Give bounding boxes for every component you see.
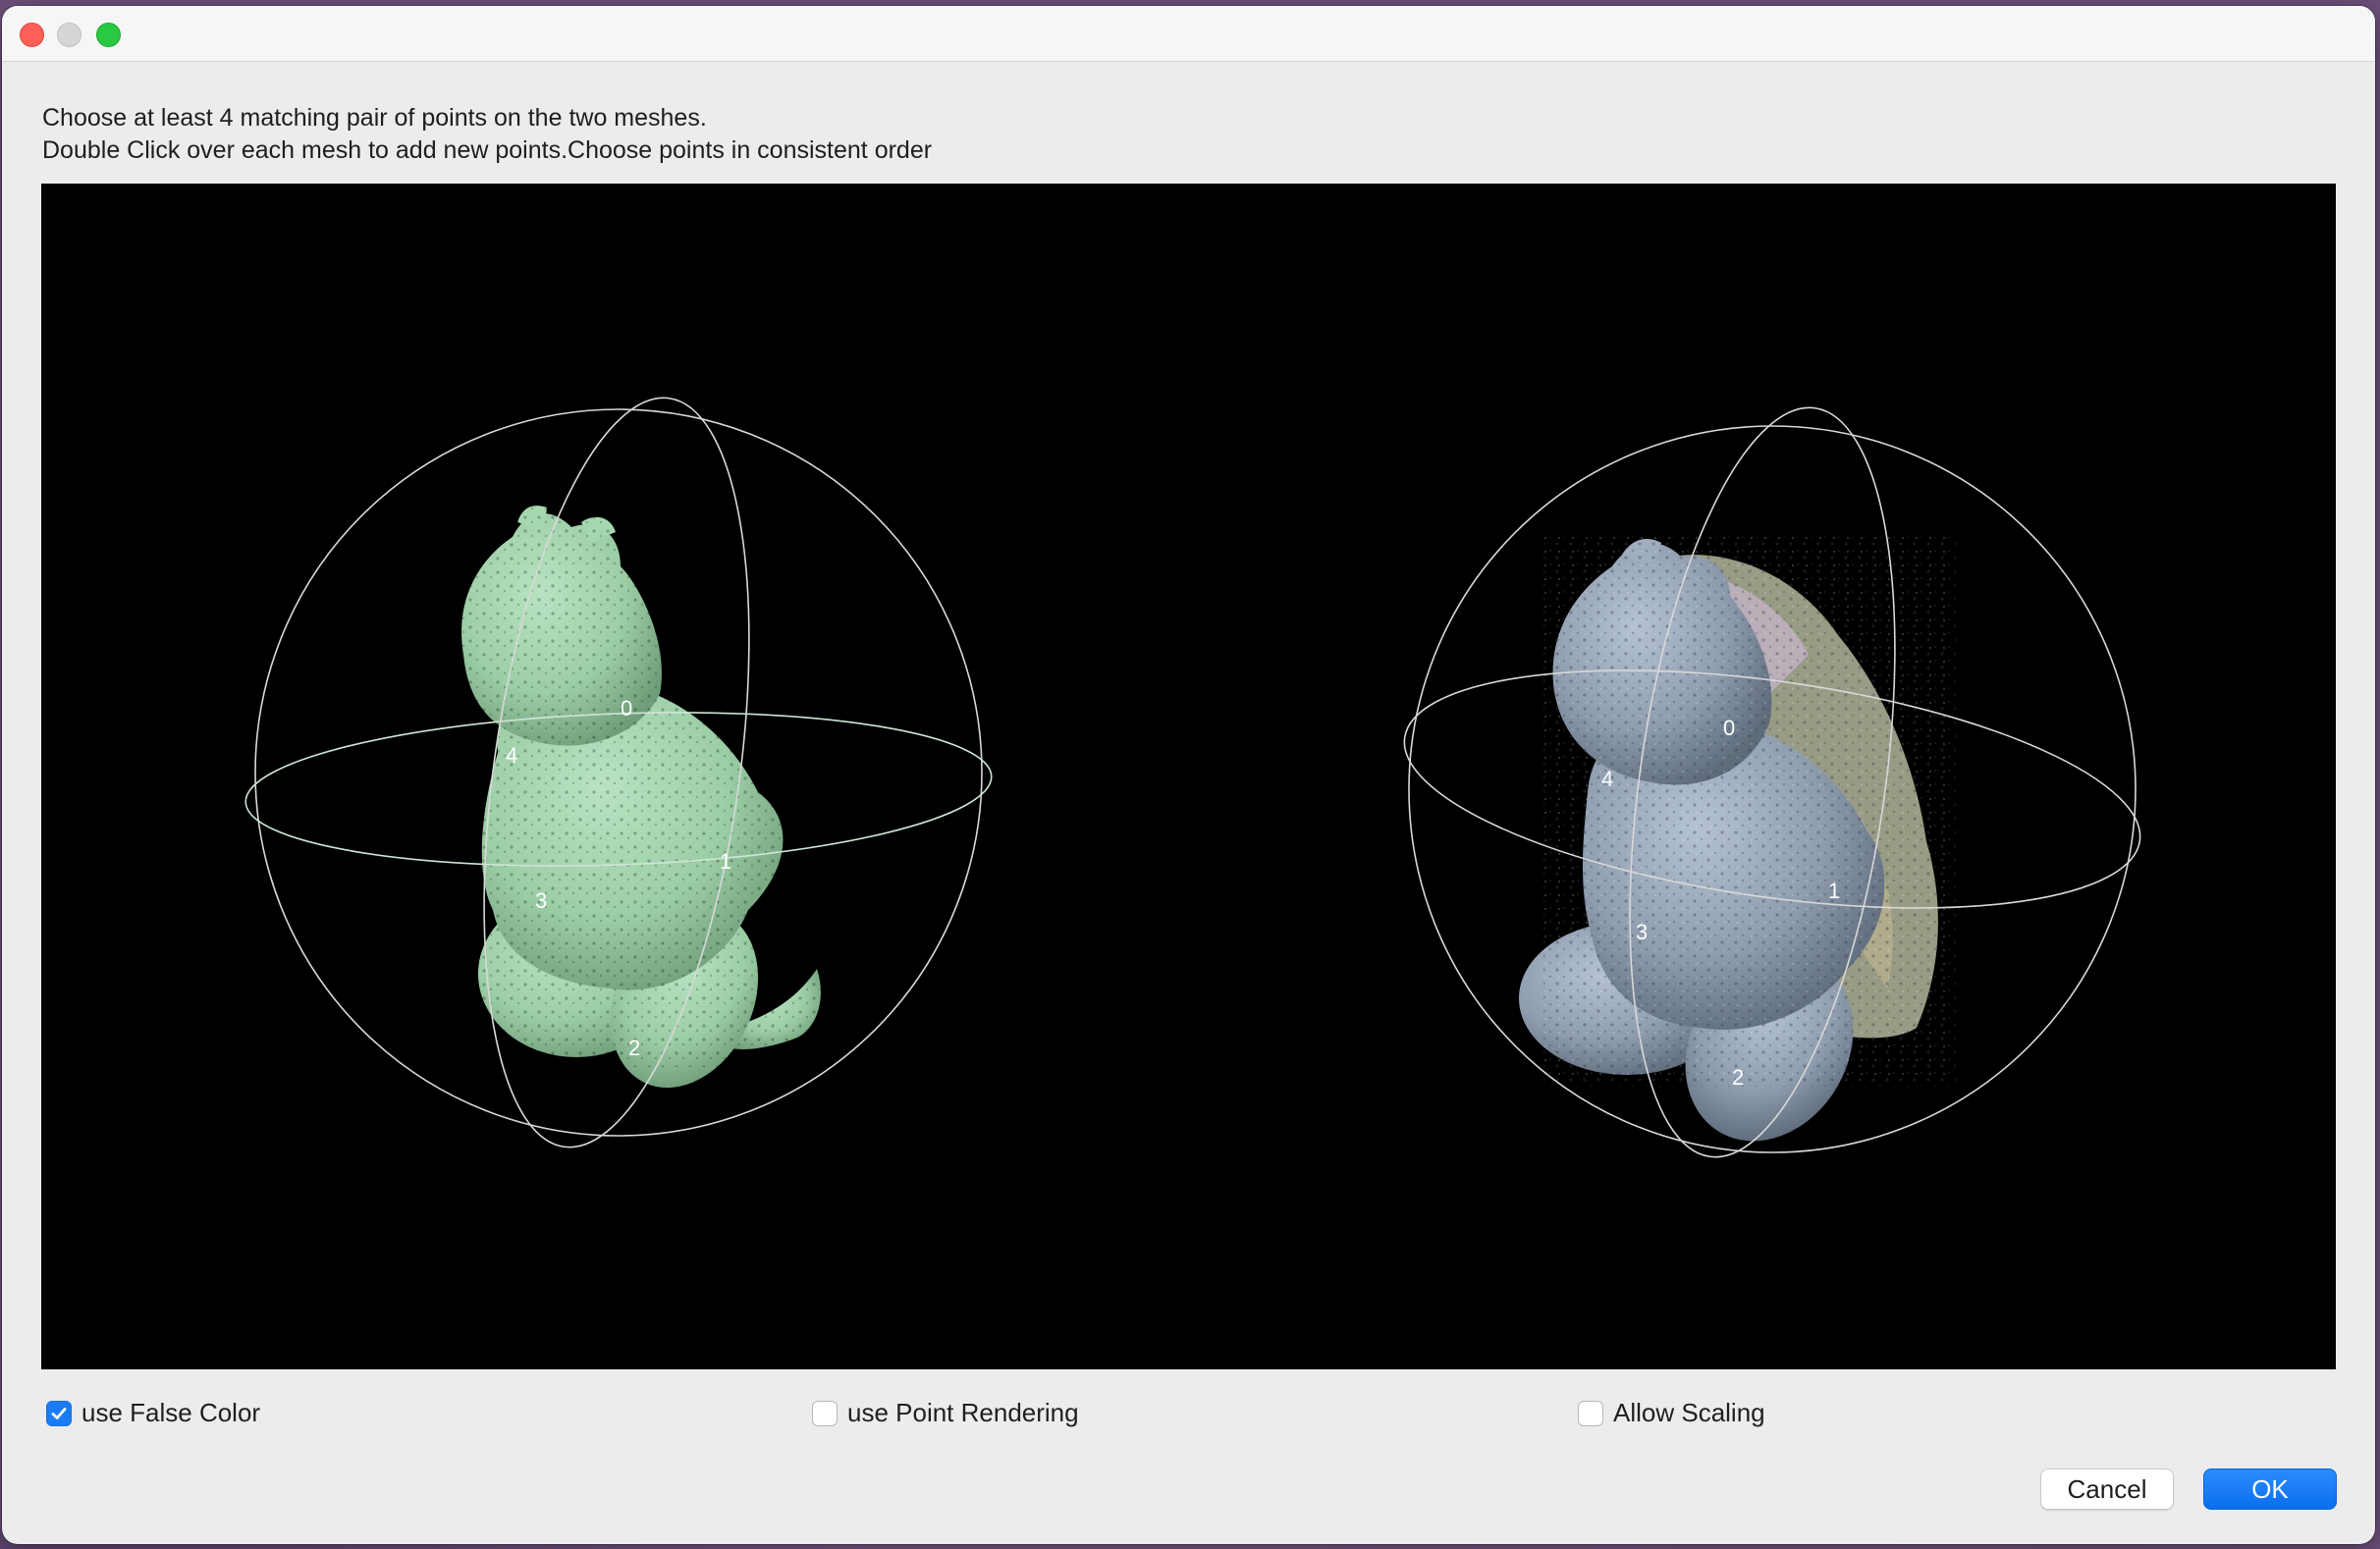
false-color-label: use False Color	[81, 1398, 261, 1427]
right-point-1: 1	[1828, 879, 1840, 903]
left-point-3: 3	[535, 888, 547, 913]
minimize-window-button[interactable]	[57, 23, 81, 47]
allow-scaling-checkbox[interactable]	[1578, 1400, 1603, 1426]
allow-scaling-option[interactable]: Allow Scaling	[1578, 1398, 1765, 1428]
right-point-0: 0	[1723, 716, 1735, 740]
point-rendering-checkbox[interactable]	[812, 1400, 838, 1426]
align-dialog: Choose at least 4 matching pair of point…	[2, 6, 2375, 1544]
left-mesh[interactable]	[454, 498, 866, 1112]
left-point-0: 0	[621, 696, 632, 721]
left-point-2: 2	[628, 1036, 640, 1060]
allow-scaling-label: Allow Scaling	[1613, 1398, 1765, 1427]
instruction-line-1: Choose at least 4 matching pair of point…	[42, 104, 707, 132]
left-point-1: 1	[720, 849, 731, 874]
point-rendering-option[interactable]: use Point Rendering	[812, 1398, 1079, 1428]
right-point-4: 4	[1601, 767, 1613, 791]
left-point-4: 4	[506, 743, 517, 768]
zoom-window-button[interactable]	[96, 23, 121, 47]
false-color-checkbox[interactable]	[46, 1400, 72, 1426]
instruction-line-2: Double Click over each mesh to add new p…	[42, 136, 933, 164]
right-point-3: 3	[1636, 920, 1648, 944]
mesh-viewport[interactable]: 0 1 2 3 4 0 1 2 3 4	[41, 184, 2336, 1369]
checkmark-icon	[51, 1407, 67, 1419]
point-rendering-label: use Point Rendering	[847, 1398, 1079, 1427]
false-color-option[interactable]: use False Color	[46, 1398, 260, 1428]
title-bar[interactable]	[2, 6, 2375, 62]
instructions: Choose at least 4 matching pair of point…	[42, 102, 932, 167]
close-window-button[interactable]	[20, 23, 44, 47]
ok-button[interactable]: OK	[2203, 1469, 2337, 1510]
right-point-2: 2	[1732, 1065, 1744, 1090]
cancel-button[interactable]: Cancel	[2040, 1469, 2174, 1510]
